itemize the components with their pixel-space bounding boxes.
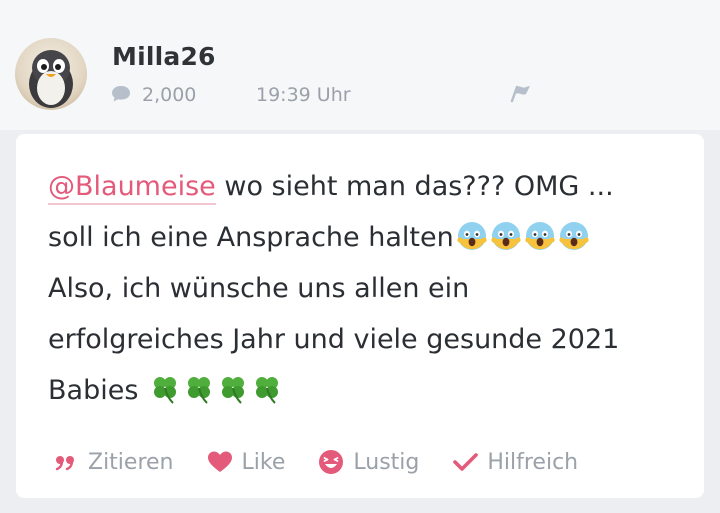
like-label: Like (241, 449, 286, 475)
four-leaf-clover-emoji-icon (149, 373, 181, 405)
post-text: soll ich eine Ansprache halten (48, 222, 454, 253)
penguin-avatar-icon (29, 50, 73, 108)
screaming-face-emoji-icon (524, 220, 556, 252)
quote-icon (52, 448, 80, 476)
mention-link[interactable]: @Blaumeise (48, 171, 216, 205)
laughing-face-icon (317, 448, 345, 476)
screaming-face-emoji-icon (490, 220, 522, 252)
like-button[interactable]: Like (206, 448, 286, 476)
post-line-2: soll ich eine Ansprache halten (48, 212, 668, 263)
checkmark-icon (451, 448, 479, 476)
heart-icon (206, 448, 234, 476)
post-card: @Blaumeise wo sieht man das??? OMG ... s… (16, 134, 704, 498)
screaming-face-emoji-icon (456, 220, 488, 252)
quote-button[interactable]: Zitieren (52, 448, 174, 476)
post-time: 19:39 Uhr (256, 84, 351, 106)
flag-icon[interactable] (508, 82, 534, 104)
speech-bubble-icon (110, 84, 132, 104)
four-leaf-clover-emoji-icon (183, 373, 215, 405)
funny-button[interactable]: Lustig (317, 448, 419, 476)
post-text: wo sieht man das??? OMG ... (215, 171, 614, 202)
four-leaf-clover-emoji-icon (251, 373, 283, 405)
post-text: Babies (48, 375, 147, 406)
post-body: @Blaumeise wo sieht man das??? OMG ... s… (48, 161, 668, 416)
username[interactable]: Milla26 (112, 42, 216, 71)
post-count: 2,000 (142, 84, 197, 106)
post-actions: Zitieren Like Lustig Hilfreich (52, 445, 610, 479)
funny-label: Lustig (353, 449, 420, 475)
post-line-1: @Blaumeise wo sieht man das??? OMG ... (48, 161, 668, 212)
post-line-3: Also, ich wünsche uns allen ein (48, 273, 470, 304)
helpful-label: Hilfreich (487, 449, 579, 475)
helpful-button[interactable]: Hilfreich (451, 448, 578, 476)
avatar[interactable] (15, 38, 87, 110)
post-line-5: Babies (48, 365, 668, 416)
quote-label: Zitieren (88, 449, 174, 475)
screaming-face-emoji-icon (558, 220, 590, 252)
four-leaf-clover-emoji-icon (217, 373, 249, 405)
post-line-4: erfolgreiches Jahr und viele gesunde 202… (48, 324, 620, 355)
post-header: Milla26 2,000 19:39 Uhr (0, 0, 720, 130)
